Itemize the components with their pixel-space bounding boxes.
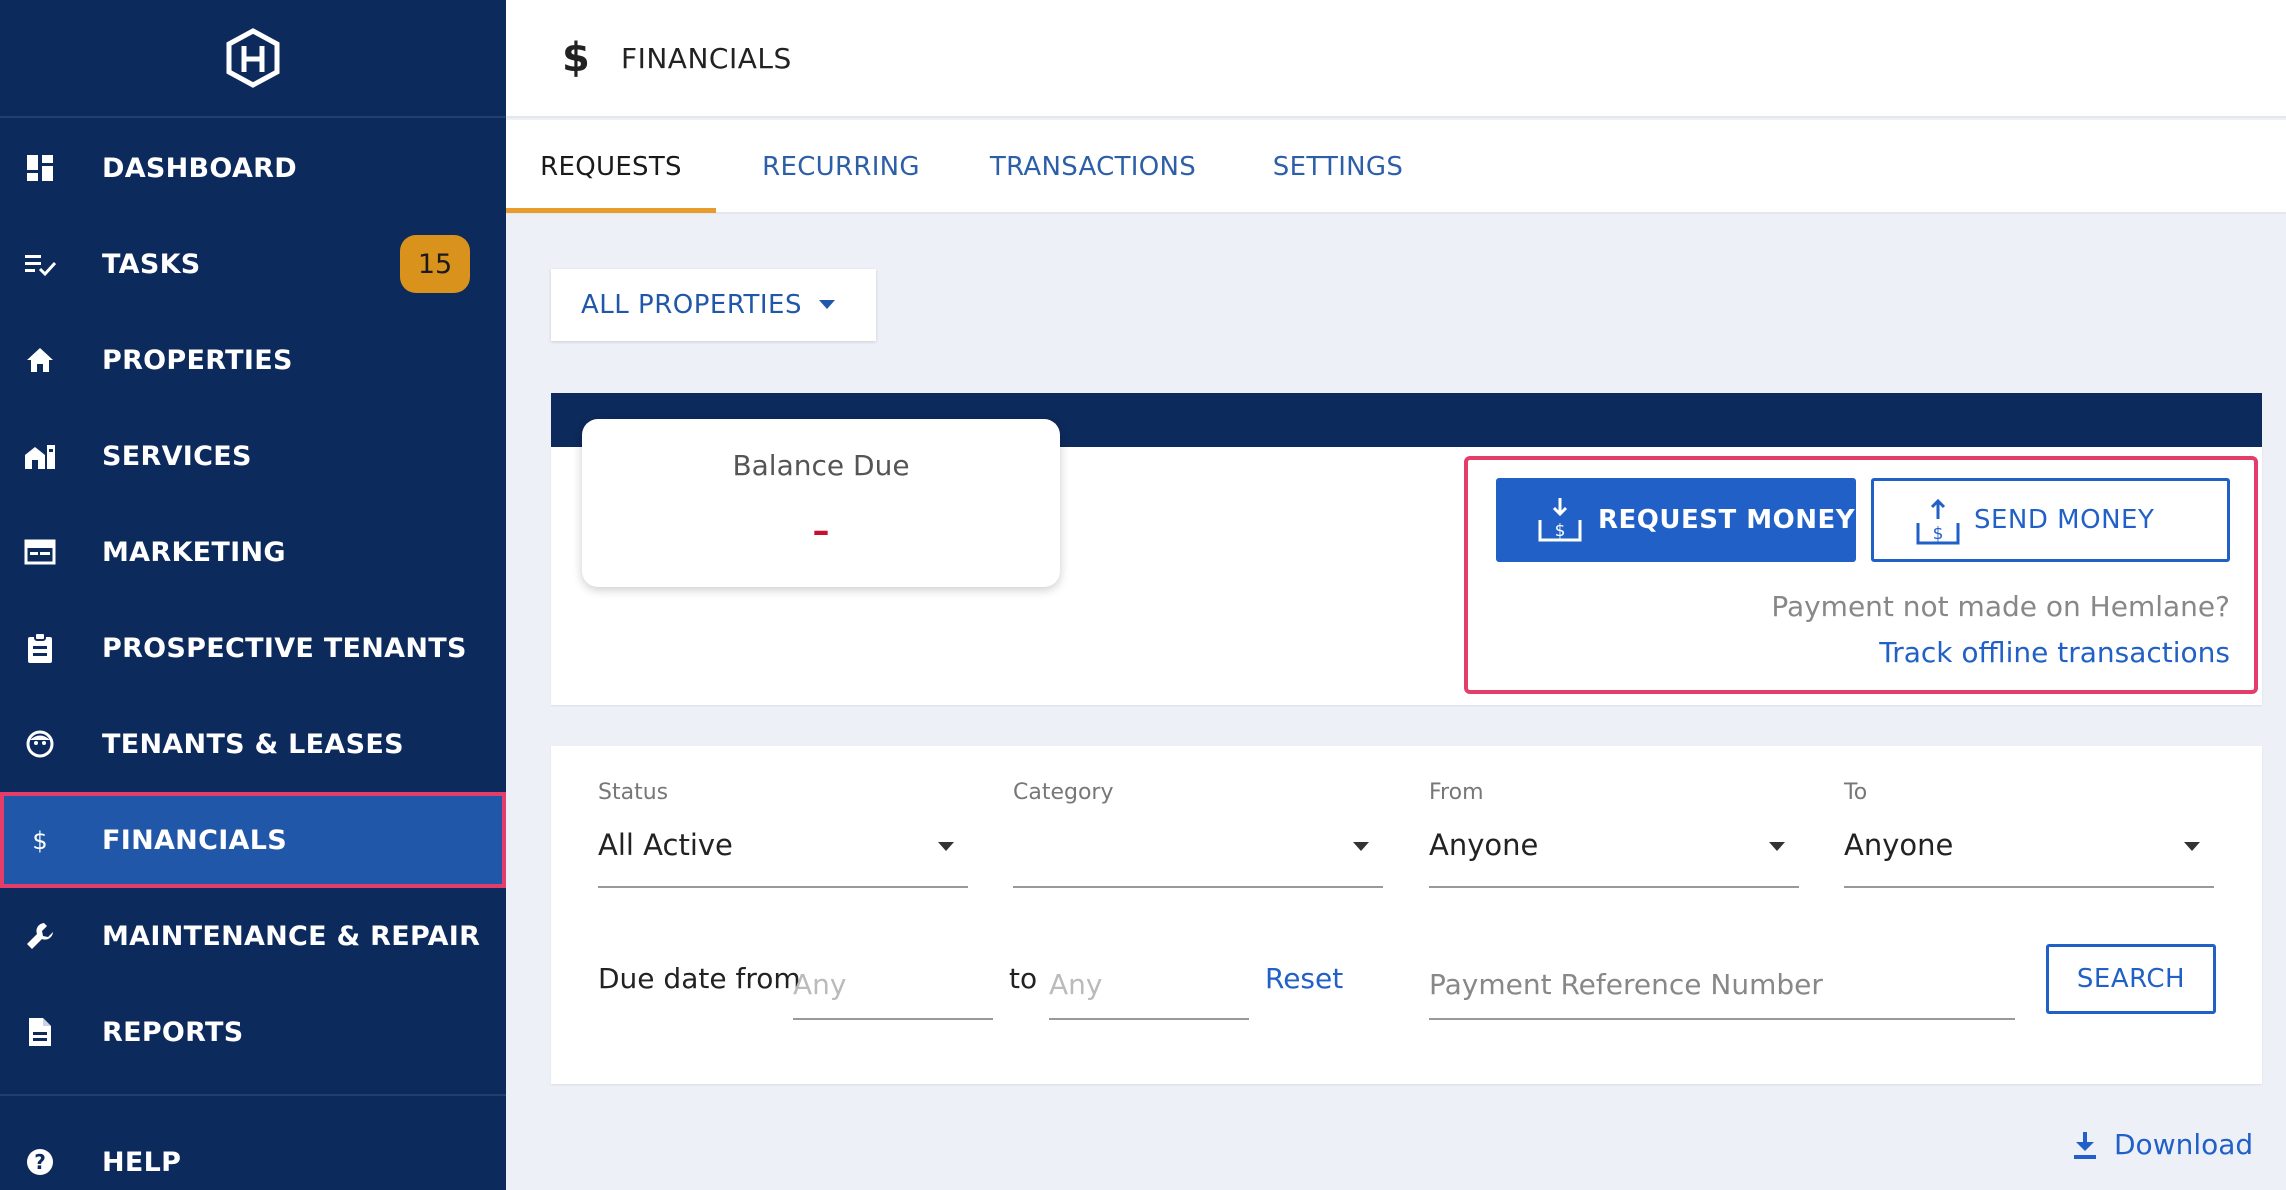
services-icon <box>22 438 58 474</box>
home-icon <box>22 342 58 378</box>
wrench-icon <box>22 918 58 954</box>
sidebar-item-marketing[interactable]: MARKETING <box>0 504 506 600</box>
caret-down-icon <box>819 300 835 309</box>
due-date-to-label: to <box>1009 962 1038 995</box>
sidebar-item-label: MAINTENANCE & REPAIR <box>102 920 481 952</box>
to-label: To <box>1844 780 1868 805</box>
sidebar-item-tenants-leases[interactable]: TENANTS & LEASES <box>0 696 506 792</box>
sidebar-item-help[interactable]: ? HELP <box>0 1114 506 1190</box>
select-underline <box>1429 886 1799 888</box>
status-label: Status <box>598 780 669 805</box>
svg-text:$: $ <box>32 827 47 855</box>
sidebar: DASHBOARD TASKS 15 PROPERTIES SERVICES M… <box>0 0 506 1190</box>
page-header: $ FINANCIALS <box>506 0 2286 118</box>
from-select[interactable]: From Anyone <box>1429 780 1799 890</box>
sidebar-divider <box>0 1094 506 1096</box>
status-value: All Active <box>598 828 733 862</box>
sidebar-item-label: MARKETING <box>102 536 286 568</box>
select-underline <box>1844 886 2214 888</box>
page-title: FINANCIALS <box>621 41 792 75</box>
balance-due-label: Balance Due <box>732 449 910 482</box>
category-select[interactable]: Category <box>1013 780 1383 890</box>
svg-text:?: ? <box>34 1150 46 1174</box>
due-date-from-label: Due date from <box>598 962 801 995</box>
send-money-icon: $ <box>1916 498 1960 545</box>
caret-down-icon <box>2184 842 2200 851</box>
download-button[interactable]: Download <box>2072 1128 2253 1161</box>
caret-down-icon <box>1769 842 1785 851</box>
marketing-icon <box>22 534 58 570</box>
properties-dropdown-label: ALL PROPERTIES <box>581 290 802 320</box>
properties-dropdown[interactable]: ALL PROPERTIES <box>551 269 876 341</box>
tasks-icon <box>22 246 58 282</box>
sidebar-item-label: REPORTS <box>102 1016 244 1048</box>
sidebar-item-label: TASKS <box>102 248 201 280</box>
tab-recurring[interactable]: RECURRING <box>736 120 946 214</box>
request-money-icon: $ <box>1538 498 1582 542</box>
tab-settings[interactable]: SETTINGS <box>1248 120 1428 214</box>
track-offline-transactions-link[interactable]: Track offline transactions <box>1500 636 2230 669</box>
offline-payment-question: Payment not made on Hemlane? <box>1771 590 2230 623</box>
sidebar-item-label: PROPERTIES <box>102 344 293 376</box>
sidebar-item-label: HELP <box>102 1146 182 1178</box>
sidebar-item-reports[interactable]: REPORTS <box>0 984 506 1080</box>
svg-text:$: $ <box>1933 524 1944 544</box>
sidebar-item-label: TENANTS & LEASES <box>102 728 404 760</box>
tab-requests[interactable]: REQUESTS <box>506 120 716 214</box>
active-tab-indicator <box>506 208 716 213</box>
logo-area <box>0 0 506 118</box>
tab-transactions[interactable]: TRANSACTIONS <box>968 120 1218 214</box>
caret-down-icon <box>1353 842 1369 851</box>
request-money-label: REQUEST MONEY <box>1598 505 1856 535</box>
balance-due-value: – <box>812 511 830 551</box>
sidebar-item-label: DASHBOARD <box>102 152 297 184</box>
sidebar-item-maintenance-repair[interactable]: MAINTENANCE & REPAIR <box>0 888 506 984</box>
from-value: Anyone <box>1429 828 1539 862</box>
sidebar-item-properties[interactable]: PROPERTIES <box>0 312 506 408</box>
tasks-count-badge: 15 <box>400 235 470 293</box>
send-money-button[interactable]: $ SEND MONEY <box>1871 478 2230 562</box>
dollar-icon: $ <box>22 822 58 858</box>
document-icon <box>22 1014 58 1050</box>
reset-link[interactable]: Reset <box>1265 962 1343 995</box>
download-icon <box>2074 1131 2096 1159</box>
sidebar-item-financials[interactable]: $ FINANCIALS <box>0 792 506 888</box>
face-icon <box>22 726 58 762</box>
tabs-bar: REQUESTS RECURRING TRANSACTIONS SETTINGS <box>506 120 2286 214</box>
clipboard-icon <box>22 630 58 666</box>
dollar-icon: $ <box>562 35 590 81</box>
select-underline <box>1013 886 1383 888</box>
sidebar-item-label: FINANCIALS <box>102 824 287 856</box>
to-select[interactable]: To Anyone <box>1844 780 2214 890</box>
download-label: Download <box>2114 1128 2254 1161</box>
sidebar-item-services[interactable]: SERVICES <box>0 408 506 504</box>
svg-text:$: $ <box>1555 521 1566 541</box>
search-button[interactable]: SEARCH <box>2046 944 2216 1014</box>
balance-due-card: Balance Due – <box>582 419 1060 587</box>
sidebar-item-tasks[interactable]: TASKS 15 <box>0 216 506 312</box>
to-value: Anyone <box>1844 828 1954 862</box>
hemlane-logo-icon[interactable] <box>223 28 283 88</box>
request-money-button[interactable]: $ REQUEST MONEY <box>1496 478 1856 562</box>
from-label: From <box>1429 780 1484 805</box>
select-underline <box>598 886 968 888</box>
sidebar-item-label: PROSPECTIVE TENANTS <box>102 632 467 664</box>
due-date-from-input[interactable] <box>793 950 993 1020</box>
dashboard-icon <box>22 150 58 186</box>
sidebar-item-dashboard[interactable]: DASHBOARD <box>0 120 506 216</box>
send-money-label: SEND MONEY <box>1974 505 2155 535</box>
sidebar-item-label: SERVICES <box>102 440 252 472</box>
due-date-to-input[interactable] <box>1049 950 1249 1020</box>
help-icon: ? <box>22 1144 58 1180</box>
payment-reference-input[interactable] <box>1429 950 2015 1020</box>
sidebar-item-prospective-tenants[interactable]: PROSPECTIVE TENANTS <box>0 600 506 696</box>
category-label: Category <box>1013 780 1114 805</box>
status-select[interactable]: Status All Active <box>598 780 968 890</box>
caret-down-icon <box>938 842 954 851</box>
